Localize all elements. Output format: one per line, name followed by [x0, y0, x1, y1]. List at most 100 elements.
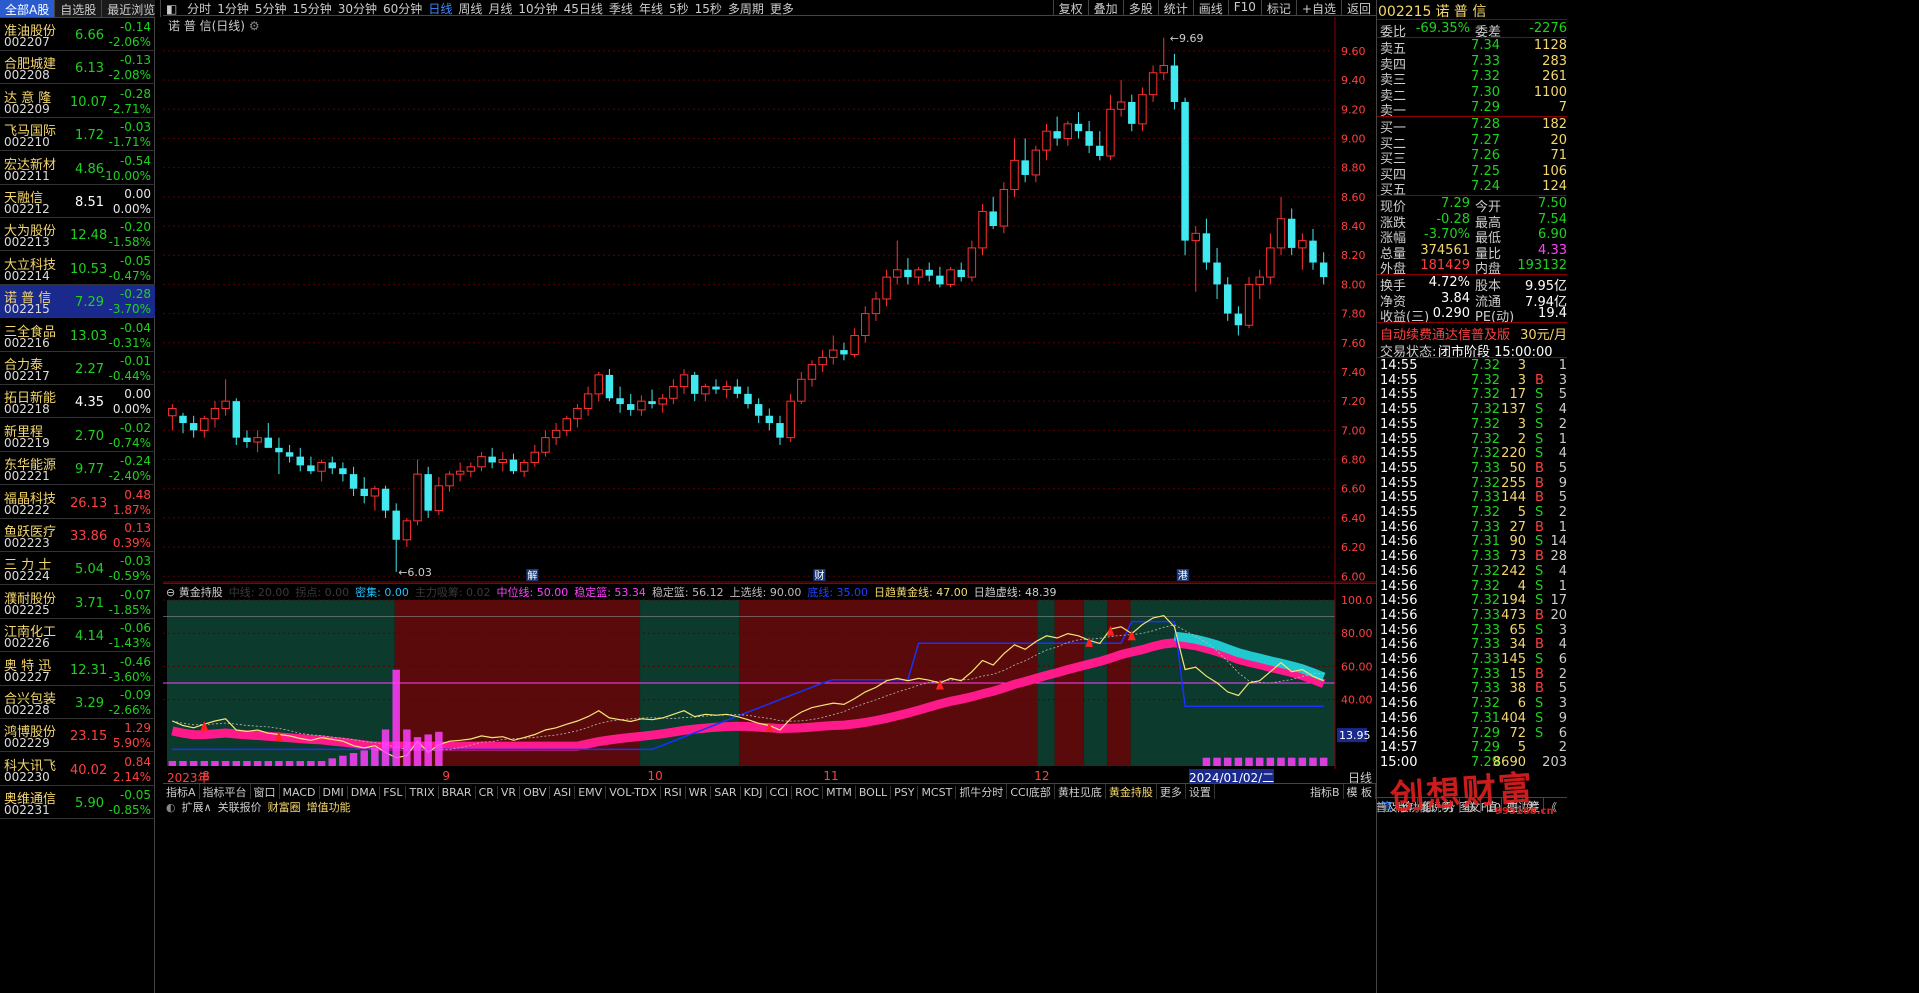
indicator-tab[interactable]: DMI — [320, 786, 348, 799]
indicator-tab[interactable]: CCI底部 — [1007, 784, 1055, 799]
stock-row[interactable]: 合力泰 002217 2.27 -0.01 -0.44% — [0, 352, 155, 385]
period-tab[interactable]: 45日线 — [561, 0, 606, 15]
indicator-tab[interactable]: BRAR — [439, 786, 476, 799]
indicator-tab[interactable]: CCI — [767, 786, 793, 799]
event-marker[interactable]: 解 — [526, 569, 539, 582]
stock-row[interactable]: 大为股份 002213 12.48 -0.20 -1.58% — [0, 218, 155, 252]
stock-row[interactable]: 科大讯飞 002230 40.02 0.84 2.14% — [0, 753, 155, 786]
period-tab[interactable]: 周线 — [455, 0, 485, 15]
period-tab[interactable]: 多周期 — [725, 0, 767, 15]
period-tab[interactable]: 5分钟 — [252, 0, 290, 15]
tool-button[interactable]: 返回 — [1340, 0, 1376, 15]
stock-row[interactable]: 宏达新材 002211 4.86 -0.54 -10.00% — [0, 152, 155, 185]
event-marker[interactable]: 港 — [1176, 569, 1189, 582]
indicator-tab[interactable]: 更多 — [1157, 784, 1186, 799]
tab-all-a-shares[interactable]: 全部A股 — [0, 0, 56, 17]
indicator-tab[interactable]: VR — [498, 786, 521, 799]
indicator-name[interactable]: ⊖ 黄金持股 — [166, 586, 223, 599]
stock-row[interactable]: 鱼跃医疗 002223 33.86 0.13 0.39% — [0, 519, 155, 552]
stock-row[interactable]: 新里程 002219 2.70 -0.02 -0.74% — [0, 419, 155, 452]
period-tab[interactable]: 分时 — [184, 0, 214, 15]
tool-button[interactable]: 画线 — [1192, 0, 1228, 15]
tool-button[interactable]: F10 — [1227, 0, 1261, 15]
indicator-tab[interactable]: CR — [476, 786, 498, 799]
stock-row[interactable]: 达 意 隆 002209 10.07 -0.28 -2.71% — [0, 85, 155, 118]
extension-tab[interactable]: 财富圈 — [265, 799, 304, 815]
indicator-tab[interactable]: EMV — [575, 786, 607, 799]
indicator-tab[interactable]: BOLL — [856, 786, 892, 799]
period-tab[interactable]: 30分钟 — [335, 0, 380, 15]
indicator-tab[interactable]: MCST — [918, 786, 957, 799]
indicator-tab[interactable]: 指标A — [163, 784, 200, 799]
indicator-tab[interactable]: MTM — [823, 786, 856, 799]
period-tab[interactable]: 1分钟 — [214, 0, 252, 15]
indicator-b-tab[interactable]: 指标B — [1307, 784, 1344, 799]
stock-row[interactable]: 东华能源 002221 9.77 -0.24 -2.40% — [0, 452, 155, 486]
period-tab[interactable]: 15分钟 — [289, 0, 334, 15]
indicator-tab[interactable]: WR — [686, 786, 712, 799]
tab-watchlist[interactable]: 自选股 — [55, 0, 103, 17]
tool-button[interactable]: 统计 — [1157, 0, 1193, 15]
stock-row[interactable]: 鸿博股份 002229 23.15 1.29 5.90% — [0, 719, 155, 753]
indicator-tab[interactable]: TRIX — [406, 786, 439, 799]
candlestick-chart[interactable]: 9.60 9.40 9.20 9.00 8.80 8.60 8.40 8.20 8.00 7.80… — [163, 17, 1376, 583]
stock-code: 002227 — [4, 669, 50, 684]
extension-tab[interactable]: 增值功能 — [304, 799, 354, 815]
period-tab[interactable]: 10分钟 — [515, 0, 560, 15]
tool-button[interactable]: +自选 — [1295, 0, 1341, 15]
stock-row[interactable]: 福晶科技 002222 26.13 0.48 1.87% — [0, 486, 155, 519]
period-tab[interactable]: 5秒 — [666, 0, 692, 15]
period-tab[interactable]: 更多 — [767, 0, 797, 15]
tab-recent[interactable]: 最近浏览 — [102, 0, 162, 17]
extension-tab[interactable]: 扩展∧ — [179, 799, 215, 815]
indicator-tab[interactable]: 抓牛分时 — [956, 784, 1008, 799]
tool-button[interactable]: 标记 — [1260, 0, 1296, 15]
stock-row[interactable]: 准油股份 002207 6.66 -0.14 -2.06% — [0, 18, 155, 51]
tool-button[interactable]: 叠加 — [1087, 0, 1123, 15]
indicator-tab[interactable]: 黄金持股 — [1106, 784, 1157, 799]
indicator-tab[interactable]: FSL — [380, 786, 407, 799]
indicator-tab[interactable]: PSY — [891, 786, 919, 799]
indicator-tab[interactable]: 窗口 — [251, 784, 280, 799]
stock-row[interactable]: 三 力 士 002224 5.04 -0.03 -0.59% — [0, 552, 155, 586]
indicator-tab[interactable]: SAR — [711, 786, 741, 799]
period-tab[interactable]: 季线 — [606, 0, 636, 15]
indicator-tab[interactable]: 指标平台 — [200, 784, 251, 799]
stock-row[interactable]: 奥维通信 002231 5.90 -0.05 -0.85% — [0, 786, 155, 820]
period-tab[interactable]: 年线 — [636, 0, 666, 15]
indicator-tab[interactable]: ROC — [792, 786, 824, 799]
extension-tab[interactable]: 关联报价 — [215, 799, 265, 815]
indicator-tab[interactable]: RSI — [661, 786, 686, 799]
stock-row[interactable]: 合肥城建 002208 6.13 -0.13 -2.08% — [0, 51, 155, 85]
indicator-tab[interactable]: DMA — [348, 786, 381, 799]
stock-row[interactable]: 江南化工 002226 4.14 -0.06 -1.43% — [0, 619, 155, 653]
stock-row[interactable]: 大立科技 002214 10.53 -0.05 -0.47% — [0, 252, 155, 285]
stock-row[interactable]: 濮耐股份 002225 3.71 -0.07 -1.85% — [0, 586, 155, 619]
stock-row[interactable]: 合兴包装 002228 3.29 -0.09 -2.66% — [0, 686, 155, 719]
indicator-tab[interactable]: ASI — [550, 786, 576, 799]
tool-button[interactable]: 复权 — [1052, 0, 1088, 15]
sidebar-toggle-icon[interactable]: ◧ — [163, 2, 180, 15]
stock-row[interactable]: 诺 普 信 002215 7.29 -0.28 -3.70% — [0, 285, 155, 319]
event-marker[interactable]: 财 — [813, 569, 826, 582]
period-tab[interactable]: 15秒 — [692, 0, 725, 15]
indicator-tab[interactable]: 设置 — [1186, 784, 1215, 799]
stock-row[interactable]: 奥 特 迅 002227 12.31 -0.46 -3.60% — [0, 653, 155, 686]
indicator-tab[interactable]: VOL-TDX — [606, 786, 661, 799]
stock-row[interactable]: 三全食品 002216 13.03 -0.04 -0.31% — [0, 319, 155, 352]
indicator-tab[interactable]: MACD — [280, 786, 320, 799]
indicator-chart[interactable]: 100.0 80.00 60.00 40.00 13.95 — [163, 583, 1376, 769]
period-tab[interactable]: 月线 — [485, 0, 515, 15]
indicator-b-tab[interactable]: 模 板 — [1344, 784, 1376, 799]
stock-row[interactable]: 天融信 002212 8.51 0.00 0.00% — [0, 185, 155, 218]
indicator-tab[interactable]: KDJ — [741, 786, 767, 799]
stock-row[interactable]: 飞马国际 002210 1.72 -0.03 -1.71% — [0, 118, 155, 152]
indicator-tab[interactable]: OBV — [520, 786, 551, 799]
tool-button[interactable]: 多股 — [1122, 0, 1158, 15]
period-tab[interactable]: 60分钟 — [380, 0, 425, 15]
indicator-tab[interactable]: 黄柱见底 — [1055, 784, 1106, 799]
stock-row[interactable]: 拓日新能 002218 4.35 0.00 0.00% — [0, 385, 155, 419]
period-tab[interactable]: 日线 — [425, 0, 455, 15]
toggle-icon[interactable]: ◐ — [163, 801, 179, 814]
tick-count: 5 — [1558, 460, 1567, 476]
